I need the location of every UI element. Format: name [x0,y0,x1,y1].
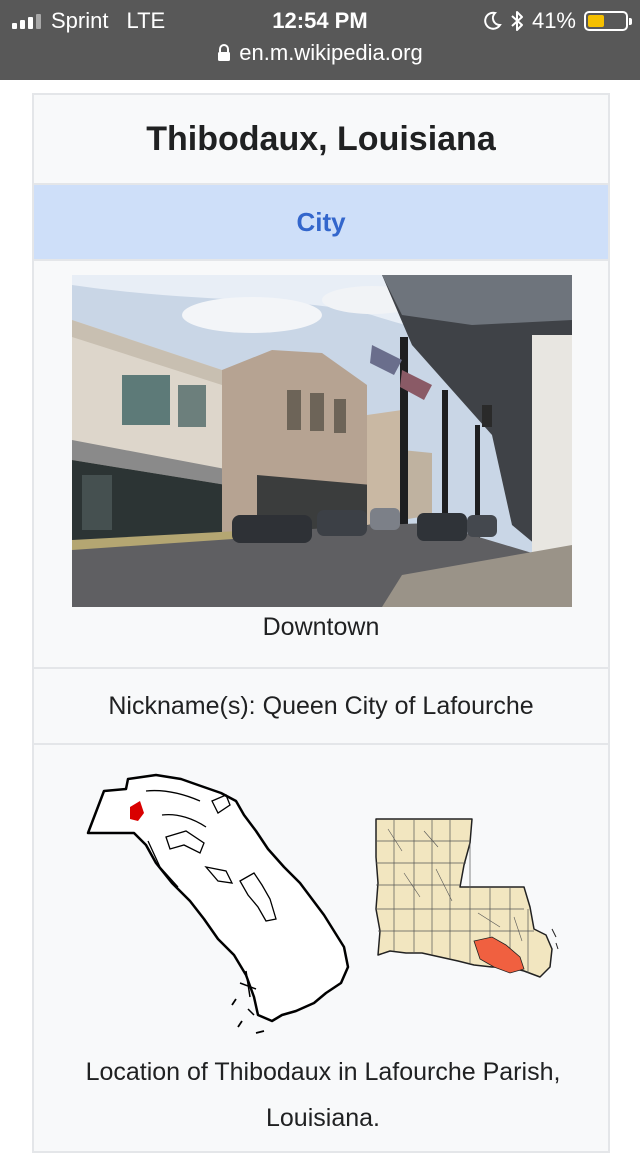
url-text[interactable]: en.m.wikipedia.org [239,40,422,66]
nickname-label: Nickname(s): [108,691,256,720]
louisiana-location-map[interactable] [374,817,560,989]
infobox-type-header: City [34,185,608,261]
location-maps: Location of Thibodaux in Lafourche Paris… [34,745,608,1165]
status-right: 41% [482,8,632,34]
address-bar[interactable]: en.m.wikipedia.org [0,38,640,68]
photo-row: Downtown [34,261,608,669]
infobox-title: Thibodaux, Louisiana [34,95,608,185]
nickname-row: Nickname(s): Queen City of Lafourche [34,669,608,745]
nickname-value: Queen City of Lafourche [262,691,534,720]
infobox: Thibodaux, Louisiana City Downtown Nickn… [32,93,610,1153]
downtown-photo[interactable] [72,275,572,607]
bluetooth-icon [511,11,523,31]
battery-percent: 41% [531,8,576,33]
moon-icon [484,11,502,30]
status-bar: Sprint LTE 12:54 PM 41% en.m.wikipedia.o… [0,0,640,80]
map-caption: Location of Thibodaux in Lafourche Paris… [85,1058,561,1132]
battery-icon [584,11,632,31]
lock-icon [218,44,231,61]
photo-caption: Downtown [262,613,380,641]
parish-location-map[interactable] [86,771,356,1037]
